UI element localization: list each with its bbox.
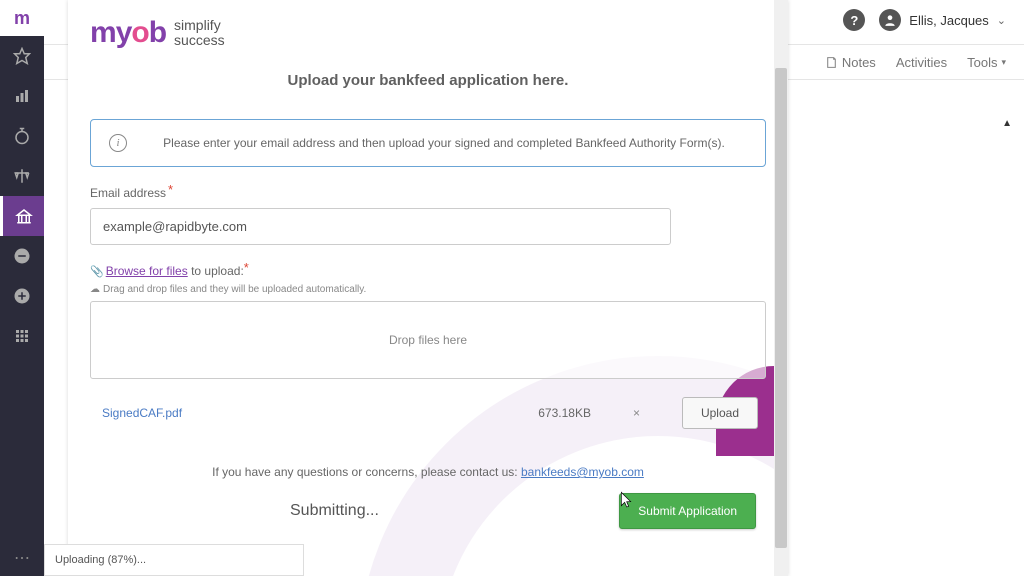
user-menu[interactable]: Ellis, Jacques ⌄ (879, 9, 1006, 31)
browse-files-link[interactable]: Browse for files (106, 264, 188, 278)
scale-icon (13, 167, 31, 185)
status-bar: Uploading (87%)... (44, 544, 304, 576)
chevron-down-icon: ▾ (1001, 57, 1006, 68)
brand-logo: myob simplify success (90, 16, 766, 50)
sidebar-more-icon[interactable]: ⋯ (0, 540, 44, 576)
email-label: Email address* (90, 185, 766, 200)
tab-notes[interactable]: Notes (825, 55, 876, 70)
email-input[interactable] (90, 208, 671, 245)
contact-email-link[interactable]: bankfeeds@myob.com (521, 465, 644, 479)
contact-line: If you have any questions or concerns, p… (90, 465, 766, 479)
required-indicator: * (244, 260, 249, 275)
star-icon (13, 47, 31, 65)
info-text: Please enter your email address and then… (141, 136, 747, 150)
avatar-icon (879, 9, 901, 31)
file-remove-button[interactable]: × (633, 406, 640, 420)
uploaded-file-row: SignedCAF.pdf 673.18KB × Upload (90, 389, 766, 437)
paperclip-icon: 📎 (90, 266, 104, 278)
submitting-status: Submitting... (290, 502, 379, 520)
left-sidebar: m ⋯ (0, 0, 44, 576)
submit-row: Submitting... Submit Application (90, 493, 766, 529)
minus-circle-icon (13, 247, 31, 265)
grid-icon (13, 327, 31, 345)
sidebar-item-add[interactable] (0, 276, 44, 316)
file-drop-zone[interactable]: Drop files here (90, 301, 766, 379)
cloud-icon: ☁ (90, 284, 100, 295)
top-bar: ? Ellis, Jacques ⌄ (843, 0, 1024, 40)
brand-mark: myob (90, 16, 166, 50)
file-size-label: 673.18KB (538, 406, 591, 420)
stopwatch-icon (13, 127, 31, 145)
sidebar-item-banking[interactable] (0, 196, 44, 236)
drag-drop-hint: ☁Drag and drop files and they will be up… (90, 284, 766, 295)
tab-activities[interactable]: Activities (896, 55, 947, 70)
sidebar-item-remove[interactable] (0, 236, 44, 276)
main-panel: myob simplify success Upload your bankfe… (68, 0, 788, 576)
user-name-label: Ellis, Jacques (909, 13, 988, 28)
sidebar-item-reports[interactable] (0, 76, 44, 116)
chevron-down-icon: ⌄ (997, 14, 1006, 27)
upload-progress-text: Uploading (87%)... (55, 554, 146, 566)
brand-tagline: simplify success (174, 18, 225, 49)
file-name-link[interactable]: SignedCAF.pdf (98, 406, 182, 420)
sidebar-item-apps[interactable] (0, 316, 44, 356)
note-icon (825, 56, 838, 69)
info-notice: i Please enter your email address and th… (90, 119, 766, 167)
required-indicator: * (168, 182, 173, 197)
info-icon: i (109, 134, 127, 152)
sidebar-item-balance[interactable] (0, 156, 44, 196)
upload-button[interactable]: Upload (682, 397, 758, 429)
app-logo-icon[interactable]: m (0, 0, 44, 36)
tab-tools[interactable]: Tools ▾ (967, 55, 1006, 70)
page-heading: Upload your bankfeed application here. (90, 72, 766, 89)
sidebar-item-timer[interactable] (0, 116, 44, 156)
sidebar-item-favorites[interactable] (0, 36, 44, 76)
help-icon[interactable]: ? (843, 9, 865, 31)
submit-application-button[interactable]: Submit Application (619, 493, 756, 529)
collapse-panel-icon[interactable]: ▲ (1002, 118, 1012, 129)
browse-files-line: 📎Browse for files to upload:* (90, 263, 766, 278)
bank-icon (15, 207, 33, 225)
plus-circle-icon (13, 287, 31, 305)
bar-chart-icon (13, 87, 31, 105)
